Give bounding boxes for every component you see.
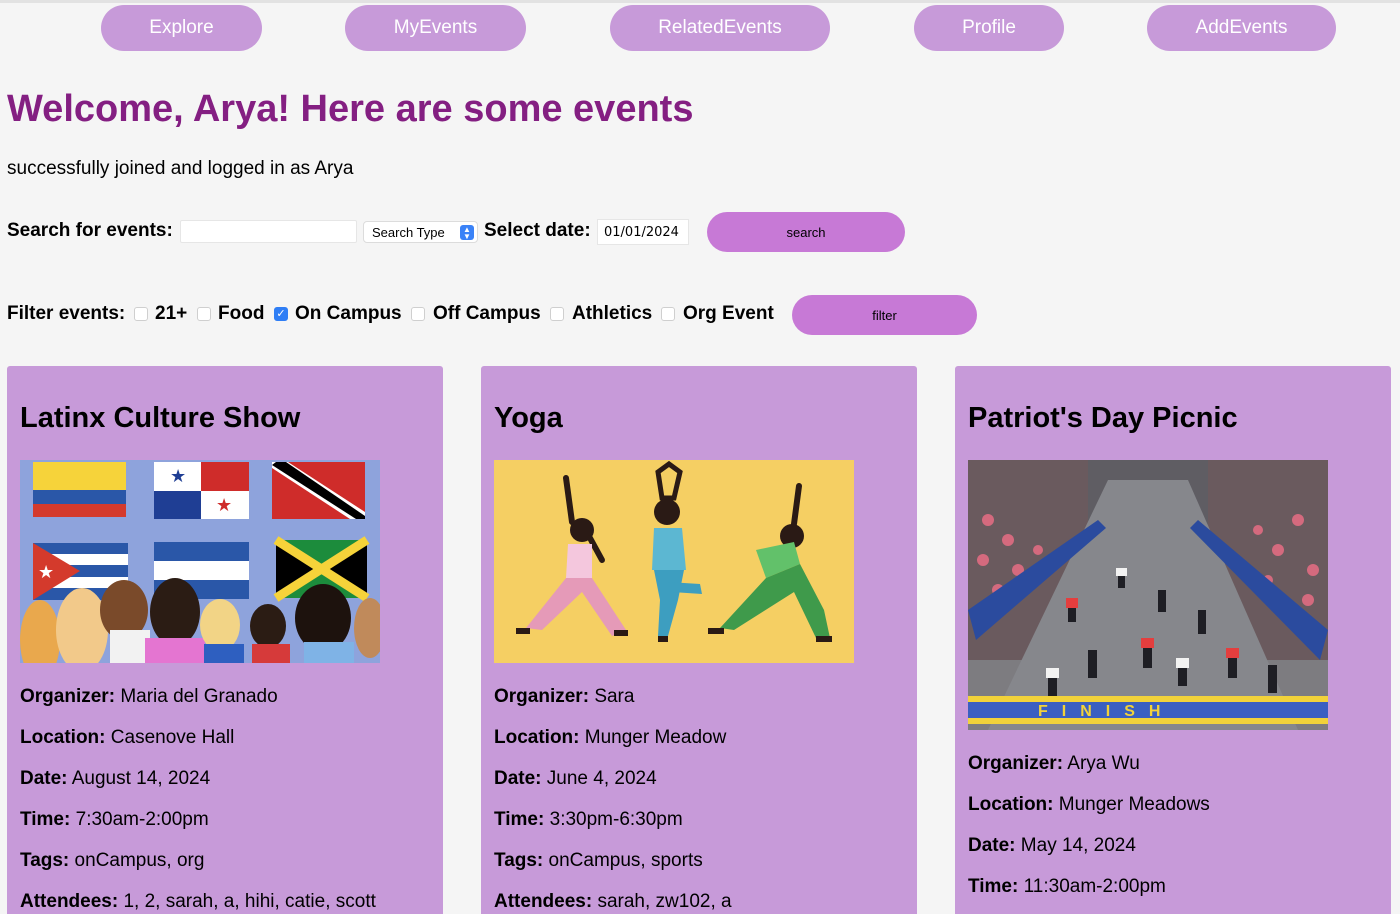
filter-button[interactable]: filter: [792, 295, 977, 335]
time-value: 3:30pm-6:30pm: [549, 809, 683, 830]
svg-text:★: ★: [216, 495, 232, 515]
event-card[interactable]: Yoga Organizer: Sara Location: Munger Me…: [481, 366, 917, 914]
filter-oncampus-checkbox[interactable]: ✓: [274, 307, 288, 321]
event-card[interactable]: Latinx Culture Show ★ ★ ★ Organizer: Mar…: [7, 366, 443, 914]
event-time: Time: 11:30am-2:00pm: [968, 876, 1166, 898]
filter-athletics-label: Athletics: [572, 303, 653, 324]
event-title: Yoga: [494, 402, 563, 434]
location-label: Location:: [494, 727, 580, 748]
svg-text:FINISH: FINISH: [1038, 703, 1174, 720]
event-location: Location: Casenove Hall: [20, 727, 234, 749]
filter-athletics-checkbox[interactable]: [550, 307, 564, 321]
checkmark-icon: ✓: [276, 308, 286, 320]
location-label: Location:: [968, 794, 1054, 815]
location-value: Munger Meadows: [1058, 794, 1210, 815]
event-organizer: Organizer: Maria del Granado: [20, 686, 278, 708]
nav-addevents-button[interactable]: AddEvents: [1147, 5, 1336, 51]
event-card[interactable]: Patriot's Day Picnic FINISH Organizer: A…: [955, 366, 1391, 914]
nav-myevents-button[interactable]: MyEvents: [345, 5, 526, 51]
event-image-yoga: [494, 460, 854, 663]
filter-offcampus-label: Off Campus: [433, 303, 541, 324]
event-location: Location: Munger Meadows: [968, 794, 1210, 816]
organizer-value: Maria del Granado: [120, 686, 278, 707]
filter-label: Filter events:: [7, 303, 126, 324]
date-value: June 4, 2024: [546, 768, 657, 789]
attendees-value: 1, 2, sarah, a, hihi, catie, scott: [123, 891, 376, 912]
nav-relatedevents-button[interactable]: RelatedEvents: [610, 5, 830, 51]
filter-food-label: Food: [218, 303, 265, 324]
search-input[interactable]: [180, 220, 357, 243]
filter-21plus-label: 21+: [155, 303, 188, 324]
event-tags: Tags: onCampus, org: [20, 850, 204, 872]
tags-label: Tags:: [494, 850, 544, 871]
nav-explore-button[interactable]: Explore: [101, 5, 262, 51]
date-label: Date:: [20, 768, 68, 789]
event-time: Time: 7:30am-2:00pm: [20, 809, 209, 831]
filter-food-checkbox[interactable]: [197, 307, 211, 321]
event-organizer: Organizer: Sara: [494, 686, 634, 708]
filter-offcampus-checkbox[interactable]: [411, 307, 425, 321]
time-value: 11:30am-2:00pm: [1023, 876, 1166, 897]
filter-21plus-checkbox[interactable]: [134, 307, 148, 321]
location-label: Location:: [20, 727, 106, 748]
status-message: successfully joined and logged in as Ary…: [7, 158, 354, 179]
attendees-label: Attendees:: [20, 891, 119, 912]
filter-bar: Filter events: 21+ Food ✓ On Campus Off …: [0, 295, 1400, 335]
date-label: Select date:: [484, 220, 591, 241]
svg-text:★: ★: [170, 466, 186, 486]
page-title: Welcome, Arya! Here are some events: [7, 88, 694, 130]
tags-value: onCampus, sports: [548, 850, 703, 871]
nav-profile-button[interactable]: Profile: [914, 5, 1064, 51]
search-type-value: Search Type: [372, 225, 445, 240]
time-value: 7:30am-2:00pm: [75, 809, 209, 830]
event-title: Latinx Culture Show: [20, 402, 301, 434]
event-location: Location: Munger Meadow: [494, 727, 726, 749]
search-button[interactable]: search: [707, 212, 905, 252]
organizer-value: Sara: [594, 686, 635, 707]
svg-text:★: ★: [38, 562, 54, 582]
filter-orgevent-checkbox[interactable]: [661, 307, 675, 321]
filter-oncampus-label: On Campus: [295, 303, 402, 324]
date-value: August 14, 2024: [71, 768, 211, 789]
event-organizer: Organizer: Arya Wu: [968, 753, 1140, 775]
top-nav: Explore MyEvents RelatedEvents Profile A…: [0, 5, 1400, 51]
event-image-marathon: FINISH: [968, 460, 1328, 730]
search-label: Search for events:: [7, 220, 173, 241]
time-label: Time:: [494, 809, 545, 830]
tags-value: onCampus, org: [74, 850, 205, 871]
event-time: Time: 3:30pm-6:30pm: [494, 809, 683, 831]
event-date: Date: June 4, 2024: [494, 768, 657, 790]
organizer-label: Organizer:: [20, 686, 116, 707]
time-label: Time:: [20, 809, 71, 830]
event-date: Date: May 14, 2024: [968, 835, 1136, 857]
organizer-value: Arya Wu: [1067, 753, 1140, 774]
organizer-label: Organizer:: [494, 686, 590, 707]
time-label: Time:: [968, 876, 1019, 897]
search-type-select[interactable]: Search Type ▲ ▼: [363, 221, 478, 243]
event-title: Patriot's Day Picnic: [968, 402, 1238, 434]
event-attendees: Attendees: 1, 2, sarah, a, hihi, catie, …: [20, 891, 376, 913]
organizer-label: Organizer:: [968, 753, 1064, 774]
event-attendees: Attendees: sarah, zw102, a: [494, 891, 732, 913]
date-input[interactable]: 01/01/2024: [597, 219, 689, 245]
location-value: Munger Meadow: [584, 727, 727, 748]
attendees-value: sarah, zw102, a: [597, 891, 732, 912]
date-label: Date:: [494, 768, 542, 789]
date-value: May 14, 2024: [1020, 835, 1136, 856]
event-date: Date: August 14, 2024: [20, 768, 210, 790]
chevron-updown-icon: ▲ ▼: [460, 225, 474, 241]
search-bar: Search for events: Search Type ▲ ▼ Select…: [0, 212, 1400, 252]
event-tags: Tags: onCampus, sports: [494, 850, 703, 872]
event-image-flags: ★ ★ ★: [20, 460, 380, 663]
attendees-label: Attendees:: [494, 891, 593, 912]
location-value: Casenove Hall: [110, 727, 235, 748]
tags-label: Tags:: [20, 850, 70, 871]
top-border: [0, 0, 1400, 3]
filter-orgevent-label: Org Event: [683, 303, 774, 324]
date-label: Date:: [968, 835, 1016, 856]
